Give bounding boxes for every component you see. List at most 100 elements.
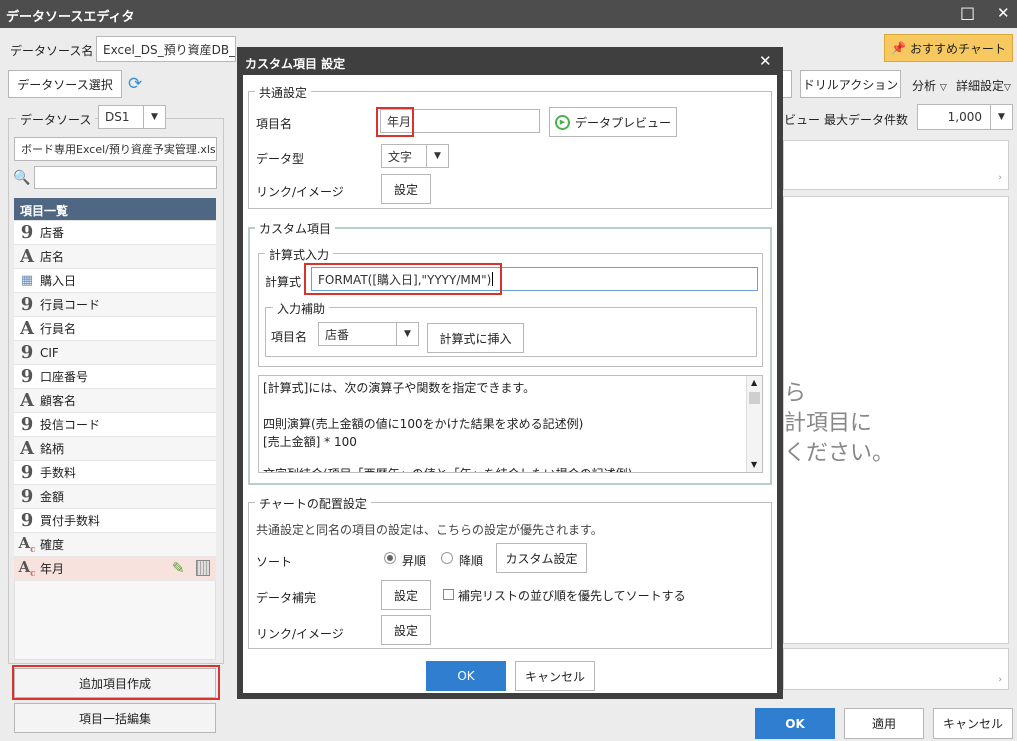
- formula-label: 計算式: [265, 275, 302, 289]
- drill-action-button[interactable]: ドリルアクション: [800, 70, 901, 98]
- sort-asc-radio[interactable]: [384, 552, 396, 564]
- formula-group-title: 計算式入力: [265, 246, 334, 263]
- window-title: データソースエディタ: [6, 10, 135, 25]
- text-type-icon: A: [20, 438, 34, 459]
- window-close-icon[interactable]: ✕: [997, 4, 1010, 22]
- list-item[interactable]: 9 口座番号: [14, 365, 216, 389]
- scroll-down-icon[interactable]: ▼: [751, 460, 757, 469]
- analysis-menu[interactable]: 分析 ▽: [912, 77, 947, 94]
- data-type-label: データ型: [256, 152, 305, 166]
- window-titlebar: データソースエディタ □ ✕: [0, 0, 1017, 28]
- trash-icon[interactable]: [196, 560, 210, 576]
- scroll-right-icon[interactable]: ›: [998, 173, 1002, 183]
- bulk-edit-button[interactable]: 項目一括編集: [14, 703, 216, 733]
- custom-text-type-icon: Ac: [18, 558, 36, 579]
- sort-asc-label: 昇順: [402, 554, 427, 568]
- preview-panel: ›: [783, 140, 1009, 190]
- link-image-settings-button[interactable]: 設定: [381, 174, 431, 204]
- scroll-thumb[interactable]: [749, 392, 760, 404]
- assist-item-select[interactable]: 店番 ▼: [318, 322, 419, 346]
- list-item[interactable]: 9 行員コード: [14, 293, 216, 317]
- complement-settings-button[interactable]: 設定: [381, 580, 431, 610]
- list-item[interactable]: A 顧客名: [14, 389, 216, 413]
- recommend-chart-label: おすすめチャート: [910, 41, 1006, 56]
- datasource-name-field[interactable]: Excel_DS_預り資産DB_MPView用: [96, 36, 236, 62]
- data-preview-button[interactable]: ▶ データプレビュー: [549, 107, 677, 137]
- list-item[interactable]: A 銘柄: [14, 437, 216, 461]
- main-cancel-button[interactable]: キャンセル: [933, 708, 1013, 739]
- list-item[interactable]: 9 投信コード: [14, 413, 216, 437]
- custom-item-title: カスタム項目: [255, 220, 336, 237]
- formula-highlight: [304, 263, 502, 295]
- hint-line-1: ら: [784, 381, 807, 406]
- refresh-icon[interactable]: ⟳: [128, 74, 142, 94]
- bottom-panel: ›: [783, 648, 1009, 690]
- sort-desc-radio[interactable]: [441, 552, 453, 564]
- list-item-selected[interactable]: Ac 年月 ✎: [14, 557, 216, 581]
- apply-button[interactable]: 適用: [844, 708, 924, 739]
- insert-formula-button[interactable]: 計算式に挿入: [427, 323, 524, 353]
- list-item[interactable]: Ac 確度: [14, 533, 216, 557]
- list-item[interactable]: A 店名: [14, 245, 216, 269]
- ds-select[interactable]: DS1 ▼: [98, 105, 166, 129]
- item-list-header: 項目一覧: [14, 198, 216, 220]
- list-item[interactable]: ▦ 購入日: [14, 269, 216, 293]
- preview-label: ビュー: [784, 113, 821, 127]
- search-input[interactable]: [34, 166, 217, 189]
- text-type-icon: A: [20, 318, 34, 339]
- text-type-icon: A: [20, 246, 34, 267]
- data-type-select[interactable]: 文字 ▼: [381, 144, 449, 168]
- help-scrollbar[interactable]: ▲ ▼: [746, 376, 762, 472]
- custom-sort-button[interactable]: カスタム設定: [496, 543, 587, 573]
- list-item[interactable]: 9 手数料: [14, 461, 216, 485]
- dialog-close-icon[interactable]: ✕: [759, 52, 772, 70]
- complement-checkbox-label: 補完リストの並び順を優先してソートする: [458, 589, 686, 603]
- chevron-down-icon: ▽: [939, 83, 947, 93]
- formula-help-text: [計算式]には、次の演算子や関数を指定できます。 四則演算(売上金額の値に100…: [258, 375, 763, 473]
- play-circle-icon: ▶: [554, 114, 570, 130]
- numeric-type-icon: 9: [20, 486, 34, 507]
- view-partial-button[interactable]: [782, 70, 792, 98]
- recommend-chart-button[interactable]: 📌 おすすめチャート: [884, 34, 1013, 62]
- help-line: 文字列結合(項目「西暦年」の値と「年」を結合したい場合の記述例): [263, 465, 632, 472]
- common-settings-title: 共通設定: [255, 84, 312, 101]
- assist-item-label: 項目名: [271, 330, 308, 344]
- list-item[interactable]: 9 CIF: [14, 341, 216, 365]
- numeric-type-icon: 9: [20, 366, 34, 387]
- edit-pencil-icon[interactable]: ✎: [172, 559, 185, 577]
- list-item[interactable]: 9 店番: [14, 221, 216, 245]
- datasource-select-button[interactable]: データソース選択: [8, 70, 122, 98]
- chart-settings-title: チャートの配置設定: [255, 495, 371, 512]
- chart-link-settings-button[interactable]: 設定: [381, 615, 431, 645]
- datasource-name-label: データソース名: [10, 44, 94, 58]
- complement-checkbox[interactable]: [443, 589, 454, 600]
- dialog-ok-button[interactable]: OK: [426, 661, 506, 691]
- file-path-field[interactable]: ボード専用Excel/預り資産予実管理.xlsx: [14, 137, 217, 161]
- numeric-type-icon: 9: [20, 510, 34, 531]
- input-assist-title: 入力補助: [273, 300, 330, 317]
- scroll-right-icon[interactable]: ›: [998, 675, 1002, 685]
- calendar-icon: ▦: [20, 273, 34, 288]
- help-line: 四則演算(売上金額の値に100をかけた結果を求める記述例): [263, 417, 584, 431]
- max-rows-label: 最大データ件数: [824, 113, 909, 127]
- numeric-type-icon: 9: [20, 294, 34, 315]
- item-name-label: 項目名: [256, 117, 293, 131]
- maximize-icon[interactable]: □: [960, 3, 975, 22]
- list-item[interactable]: 9 買付手数料: [14, 509, 216, 533]
- scroll-up-icon[interactable]: ▲: [751, 378, 757, 387]
- list-item[interactable]: 9 金額: [14, 485, 216, 509]
- numeric-type-icon: 9: [20, 222, 34, 243]
- sort-label: ソート: [256, 555, 293, 569]
- chevron-down-icon: ▽: [1004, 83, 1011, 93]
- detail-settings-menu[interactable]: 詳細設定▽: [956, 77, 1011, 94]
- custom-item-dialog: カスタム項目 設定 ✕ 共通設定 項目名 年月 ▶ データプレビュー データ型 …: [237, 47, 783, 699]
- custom-text-type-icon: Ac: [18, 534, 36, 555]
- data-preview-label: データプレビュー: [574, 115, 671, 130]
- main-ok-button[interactable]: OK: [755, 708, 835, 739]
- max-rows-select[interactable]: 1,000 ▼: [917, 104, 1013, 130]
- dialog-body: 共通設定 項目名 年月 ▶ データプレビュー データ型 文字 ▼ リンク/イメー…: [243, 75, 777, 693]
- list-item[interactable]: A 行員名: [14, 317, 216, 341]
- help-line: [売上金額] * 100: [263, 435, 357, 449]
- dialog-cancel-button[interactable]: キャンセル: [515, 661, 595, 691]
- data-complement-label: データ補完: [256, 591, 317, 605]
